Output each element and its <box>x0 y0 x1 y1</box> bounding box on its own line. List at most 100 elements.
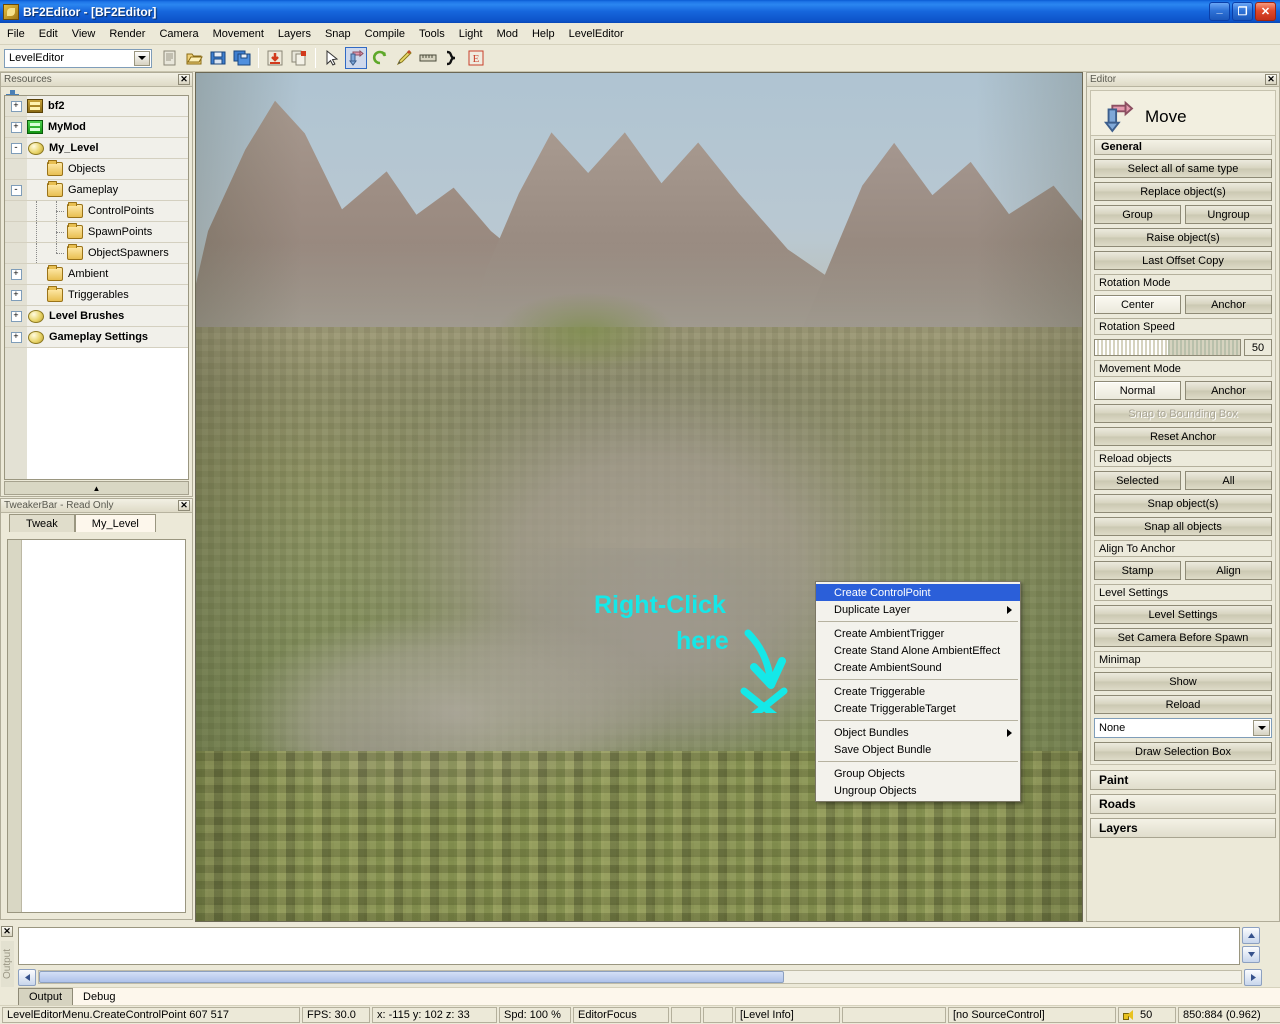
menu-compile[interactable]: Compile <box>358 25 412 43</box>
last-offset-copy-button[interactable]: Last Offset Copy <box>1094 251 1272 270</box>
output-close-icon[interactable]: ✕ <box>1 926 13 937</box>
ruler-icon[interactable] <box>417 47 439 69</box>
import-icon[interactable] <box>264 47 286 69</box>
resources-hscrollbar[interactable]: ▲ <box>4 481 189 495</box>
resources-close-icon[interactable]: ✕ <box>178 74 190 85</box>
menu-movement[interactable]: Movement <box>206 25 271 43</box>
menu-item-create-controlpoint[interactable]: Create ControlPoint <box>816 584 1020 601</box>
tree-expander-cell[interactable]: + <box>5 327 27 347</box>
output-text-area[interactable] <box>18 927 1240 965</box>
collapse-icon[interactable]: - <box>10 142 22 154</box>
menu-item-ungroup-objects[interactable]: Ungroup Objects <box>816 782 1020 799</box>
align-button[interactable]: Align <box>1185 561 1272 580</box>
menu-item-group-objects[interactable]: Group Objects <box>816 765 1020 782</box>
expand-icon[interactable]: + <box>10 310 22 322</box>
close-button[interactable]: ✕ <box>1255 2 1276 21</box>
tree-item-mymod[interactable]: + MyMod <box>5 117 188 138</box>
reload-selected-button[interactable]: Selected <box>1094 471 1181 490</box>
paint-section-header[interactable]: Paint <box>1090 770 1276 790</box>
tree-expander-cell[interactable]: - <box>5 138 27 158</box>
viewport-context-menu[interactable]: Create ControlPoint Duplicate Layer Crea… <box>815 581 1021 802</box>
menu-item-create-triggerabletarget[interactable]: Create TriggerableTarget <box>816 700 1020 717</box>
tree-item-objectspawners[interactable]: ObjectSpawners <box>5 243 188 264</box>
tree-expander-cell[interactable]: + <box>5 285 27 305</box>
rotation-center-button[interactable]: Center <box>1094 295 1181 314</box>
raise-objects-button[interactable]: Raise object(s) <box>1094 228 1272 247</box>
menu-file[interactable]: File <box>0 25 32 43</box>
editor-grid-icon[interactable]: E <box>465 47 487 69</box>
menu-light[interactable]: Light <box>452 25 490 43</box>
expand-icon[interactable]: + <box>10 289 22 301</box>
output-vscrollbar[interactable] <box>1242 927 1262 965</box>
copy-paste-icon[interactable] <box>288 47 310 69</box>
menu-item-save-object-bundle[interactable]: Save Object Bundle <box>816 741 1020 758</box>
layers-section-header[interactable]: Layers <box>1090 818 1276 838</box>
editor-close-icon[interactable]: ✕ <box>1265 74 1277 85</box>
expand-icon[interactable]: + <box>10 268 22 280</box>
menu-item-object-bundles[interactable]: Object Bundles <box>816 724 1020 741</box>
menu-item-create-triggerable[interactable]: Create Triggerable <box>816 683 1020 700</box>
movement-anchor-button[interactable]: Anchor <box>1185 381 1272 400</box>
scroll-left-icon[interactable] <box>18 968 36 986</box>
menu-render[interactable]: Render <box>102 25 152 43</box>
tree-item-gameplay[interactable]: - Gameplay <box>5 180 188 201</box>
hscroll-thumb[interactable] <box>39 971 784 983</box>
snap-objects-button[interactable]: Snap object(s) <box>1094 494 1272 513</box>
menu-camera[interactable]: Camera <box>152 25 205 43</box>
menu-leveleditor[interactable]: LevelEditor <box>562 25 631 43</box>
tree-expander-cell[interactable]: + <box>5 306 27 326</box>
ungroup-button[interactable]: Ungroup <box>1185 205 1272 224</box>
rotation-speed-value[interactable]: 50 <box>1244 339 1272 356</box>
tree-expander-cell[interactable]: + <box>5 117 27 137</box>
replace-objects-button[interactable]: Replace object(s) <box>1094 182 1272 201</box>
menu-edit[interactable]: Edit <box>32 25 65 43</box>
save-icon[interactable] <box>207 47 229 69</box>
menu-item-create-ambientsound[interactable]: Create AmbientSound <box>816 659 1020 676</box>
tree-item-objects[interactable]: Objects <box>5 159 188 180</box>
menu-mod[interactable]: Mod <box>490 25 525 43</box>
menu-snap[interactable]: Snap <box>318 25 358 43</box>
minimap-show-button[interactable]: Show <box>1094 672 1272 691</box>
movement-normal-button[interactable]: Normal <box>1094 381 1181 400</box>
open-folder-icon[interactable] <box>183 47 205 69</box>
tab-output[interactable]: Output <box>18 988 74 1005</box>
expand-icon[interactable]: + <box>10 100 22 112</box>
minimap-reload-button[interactable]: Reload <box>1094 695 1272 714</box>
menu-item-create-ambienttrigger[interactable]: Create AmbientTrigger <box>816 625 1020 642</box>
restore-button[interactable]: ❐ <box>1232 2 1253 21</box>
tree-expander-cell[interactable]: + <box>5 96 27 116</box>
snap-all-objects-button[interactable]: Snap all objects <box>1094 517 1272 536</box>
scroll-up-icon[interactable] <box>1242 927 1260 944</box>
resources-tree[interactable]: + bf2 + MyMod - My_Level Objects - Gamep… <box>4 95 189 480</box>
hscroll-track[interactable] <box>38 970 1242 984</box>
chevron-down-icon[interactable] <box>1253 720 1270 736</box>
menu-item-create-stand-alone-ambienteffect[interactable]: Create Stand Alone AmbientEffect <box>816 642 1020 659</box>
expand-icon[interactable]: + <box>10 331 22 343</box>
tab-my-level[interactable]: My_Level <box>74 514 156 532</box>
minimap-select[interactable]: None <box>1094 718 1272 738</box>
level-settings-button[interactable]: Level Settings <box>1094 605 1272 624</box>
set-camera-before-spawn-button[interactable]: Set Camera Before Spawn <box>1094 628 1272 647</box>
menu-item-duplicate-layer[interactable]: Duplicate Layer <box>816 601 1020 618</box>
curve-icon[interactable] <box>441 47 463 69</box>
tweakerbar-close-icon[interactable]: ✕ <box>178 500 190 511</box>
collapse-icon[interactable]: - <box>10 184 22 196</box>
paint-brush-icon[interactable] <box>393 47 415 69</box>
general-group-header[interactable]: General <box>1094 139 1272 155</box>
scroll-right-icon[interactable] <box>1244 968 1262 986</box>
menu-help[interactable]: Help <box>525 25 562 43</box>
reload-all-button[interactable]: All <box>1185 471 1272 490</box>
menu-view[interactable]: View <box>65 25 103 43</box>
new-file-icon[interactable] <box>159 47 181 69</box>
menu-layers[interactable]: Layers <box>271 25 318 43</box>
tree-item-bf2[interactable]: + bf2 <box>5 96 188 117</box>
tree-item-my-level[interactable]: - My_Level <box>5 138 188 159</box>
tab-tweak[interactable]: Tweak <box>9 514 75 532</box>
stamp-button[interactable]: Stamp <box>1094 561 1181 580</box>
tree-expander-cell[interactable]: - <box>5 180 27 200</box>
minimize-button[interactable]: _ <box>1209 2 1230 21</box>
save-all-icon[interactable] <box>231 47 253 69</box>
tweakerbar-properties[interactable] <box>7 539 186 913</box>
rotation-anchor-button[interactable]: Anchor <box>1185 295 1272 314</box>
draw-selection-box-button[interactable]: Draw Selection Box <box>1094 742 1272 761</box>
